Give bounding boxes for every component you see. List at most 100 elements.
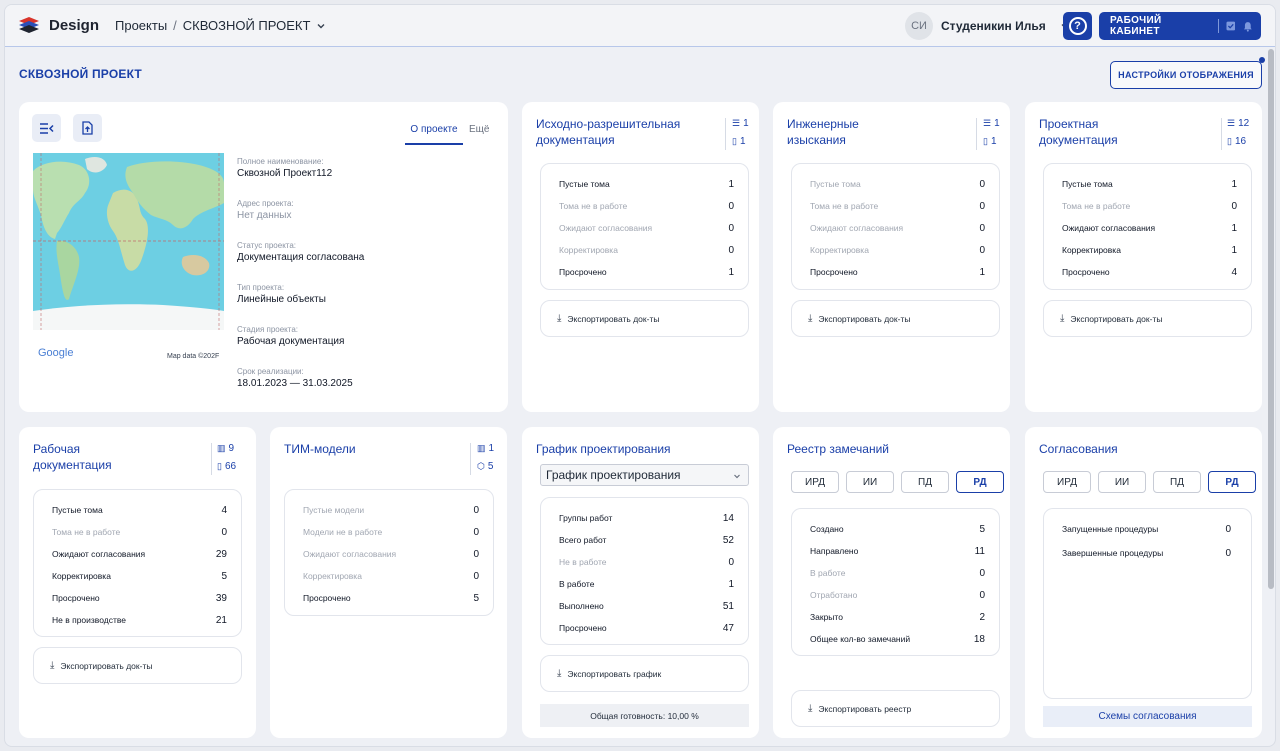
stat-label: Ожидают согласования [52, 549, 146, 559]
stat-value: 47 [722, 623, 734, 634]
rd-count-b-value: 66 [224, 461, 237, 472]
cube-icon: ⬡ [477, 461, 485, 471]
help-button[interactable]: ? [1063, 12, 1092, 40]
stat-row: Тома не в работе 0 [1062, 201, 1237, 212]
export-label: Экспортировать док-ты [567, 313, 660, 324]
schedule-title[interactable]: График проектирования [536, 441, 671, 457]
scrollbar-thumb[interactable] [1268, 49, 1274, 589]
export-label: Экспортировать док-ты [818, 313, 911, 324]
pd-title[interactable]: Проектная документация [1039, 116, 1118, 148]
avatar: СИ [905, 12, 933, 40]
stat-row: Пустые тома 0 [810, 179, 985, 190]
ii-count-b-value: 1 [990, 136, 997, 147]
stat-value: 29 [215, 549, 227, 560]
tab-pd[interactable]: ПД [1153, 471, 1201, 493]
info-value-address: Нет данных [237, 210, 292, 221]
collapse-menu-button[interactable] [32, 114, 61, 142]
stat-row: Ожидают согласования 0 [810, 223, 985, 234]
info-value-name: Сквозной Проект112 [237, 168, 333, 179]
pd-stats: Пустые тома 1 Тома не в работе 0 Ожидают с… [1043, 163, 1252, 290]
stat-label: Модели не в работе [303, 527, 383, 537]
tim-card: ТИМ-модели ▥ 1 ⬡ 5 Пустые модели 0 Модели н… [270, 427, 507, 738]
stat-row: Пустые тома 4 [52, 505, 227, 516]
stat-row: Всего работ 52 [559, 535, 734, 546]
ii-title[interactable]: Инженерные изыскания [787, 116, 859, 148]
project-map[interactable] [33, 153, 224, 330]
stat-value: 0 [728, 245, 734, 256]
pd-title-line2: документация [1039, 133, 1118, 147]
building-icon: ▥ [217, 443, 226, 453]
document-icon: ▯ [983, 136, 988, 146]
upload-button[interactable] [73, 114, 102, 142]
tim-title[interactable]: ТИМ-модели [284, 441, 356, 457]
stat-row: Ожидают согласования 1 [1062, 223, 1237, 234]
divider [725, 118, 726, 150]
scrollbar[interactable] [1267, 47, 1275, 737]
rd-title[interactable]: Рабочая документация [33, 441, 112, 473]
tab-rd[interactable]: РД [956, 471, 1004, 493]
ii-export-button[interactable]: ⤓ Экспортировать док-ты [791, 300, 1000, 337]
tab-about[interactable]: О проекте [405, 124, 463, 145]
stat-row: Корректировка 0 [303, 571, 479, 582]
stat-value: 0 [473, 549, 479, 560]
tab-more[interactable]: Ещё [469, 124, 489, 135]
stat-label: Просрочено [810, 267, 858, 277]
export-label: Экспортировать док-ты [60, 660, 153, 671]
stat-row: Пустые модели 0 [303, 505, 479, 516]
map-data-credit: Map data ©202F [167, 353, 220, 360]
tab-ii[interactable]: ИИ [846, 471, 894, 493]
info-value-period: 18.01.2023 — 31.03.2025 [237, 378, 353, 389]
map-google-logo: Google [38, 347, 74, 359]
pd-export-button[interactable]: ⤓ Экспортировать док-ты [1043, 300, 1252, 337]
pd-title-line1: Проектная [1039, 117, 1099, 131]
display-settings-button[interactable]: НАСТРОЙКИ ОТОБРАЖЕНИЯ [1110, 61, 1262, 89]
tab-ird[interactable]: ИРД [1043, 471, 1091, 493]
info-label-name: Полное наименование: [237, 157, 324, 166]
stat-label: Выполнено [559, 601, 604, 611]
schedule-stats: Группы работ 14 Всего работ 52 Не в работе… [540, 497, 749, 645]
stat-row: Ожидают согласования 29 [52, 549, 227, 560]
document-icon: ▯ [1227, 136, 1232, 146]
ird-export-button[interactable]: ⤓ Экспортировать док-ты [540, 300, 749, 337]
stat-label: Просрочено [559, 267, 607, 277]
bell-icon[interactable] [1243, 21, 1253, 32]
stat-label: Корректировка [52, 571, 111, 581]
rd-export-button[interactable]: ⤓ Экспортировать док-ты [33, 647, 242, 684]
cabinet-button[interactable]: РАБОЧИЙ КАБИНЕТ [1099, 12, 1261, 40]
stat-label: Корректировка [1062, 245, 1121, 255]
chevron-down-icon[interactable] [316, 21, 326, 31]
app-logo-icon [19, 17, 39, 33]
stat-row: Пустые тома 1 [1062, 179, 1237, 190]
stat-label: Тома не в работе [559, 201, 628, 211]
tab-ii[interactable]: ИИ [1098, 471, 1146, 493]
stat-row: Не в работе 0 [559, 557, 734, 568]
stat-row: Ожидают согласования 0 [559, 223, 734, 234]
ird-card: Исходно-разрешительная документация ☰ 1 ▯ 1… [522, 102, 759, 412]
remarks-title[interactable]: Реестр замечаний [787, 441, 889, 457]
rd-card: Рабочая документация ▥ 9 ▯ 66 Пустые тома 4 … [19, 427, 256, 738]
tab-pd[interactable]: ПД [901, 471, 949, 493]
info-label-address: Адрес проекта: [237, 199, 294, 208]
approval-schemes-button[interactable]: Схемы согласования [1043, 706, 1252, 727]
list-icon: ☰ [1227, 118, 1236, 128]
breadcrumb-project[interactable]: СКВОЗНОЙ ПРОЕКТ [183, 18, 311, 33]
schedule-export-button[interactable]: ⤓ Экспортировать график [540, 655, 749, 692]
ird-title[interactable]: Исходно-разрешительная документация [536, 116, 680, 148]
schedule-select[interactable]: График проектирования [540, 464, 749, 486]
stat-row: Группы работ 14 [559, 513, 734, 524]
menu-collapse-icon [39, 122, 54, 134]
remarks-export-button[interactable]: ⤓ Экспортировать реестр [791, 690, 1000, 727]
stat-value: 1 [979, 267, 985, 278]
tab-rd[interactable]: РД [1208, 471, 1256, 493]
approvals-title[interactable]: Согласования [1039, 441, 1118, 457]
stat-value: 0 [979, 245, 985, 256]
stat-row: В работе 0 [810, 568, 985, 579]
breadcrumb-projects[interactable]: Проекты [115, 18, 167, 33]
info-label-stage: Стадия проекта: [237, 325, 299, 334]
pd-count-b: ▯ 16 [1227, 136, 1246, 147]
user-menu[interactable]: СИ Студеникин Илья [905, 12, 1070, 40]
stat-value: 0 [728, 201, 734, 212]
rd-title-line1: Рабочая [33, 442, 80, 456]
tab-ird[interactable]: ИРД [791, 471, 839, 493]
ii-title-line1: Инженерные [787, 117, 859, 131]
